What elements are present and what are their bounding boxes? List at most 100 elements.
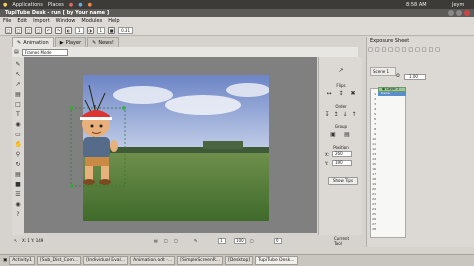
camera-icon[interactable]: ◉	[15, 201, 22, 208]
module-tabs: ✎ Animation ▶ Player ✎ News!	[12, 37, 119, 47]
help-icon[interactable]: ?	[15, 211, 22, 218]
row-numbers: 1 2 3 4 5 6 7 8 9 10 11 12 13 14 15 16 1…	[372, 92, 376, 231]
node-icon[interactable]: ↗	[15, 81, 22, 88]
menu-window[interactable]: Window	[56, 18, 76, 24]
task-tupitube[interactable]: TupiTube Desk...	[255, 256, 298, 265]
text-icon[interactable]: T	[15, 111, 22, 118]
eraser-icon[interactable]: ▭	[15, 131, 22, 138]
menu-bar: File Edit Import Window Modules Help	[0, 17, 474, 25]
frame-cell-selected[interactable]: frame	[378, 92, 406, 96]
position-label: Position	[333, 145, 349, 150]
position-x-label: X:	[325, 152, 330, 157]
flips-label: Flips	[336, 83, 346, 88]
zoom-spinbox[interactable]: 100	[234, 237, 246, 244]
opacity-icon[interactable]: ■	[108, 26, 116, 34]
ungroup-icon[interactable]: ▤	[343, 131, 351, 139]
rotation-spinbox[interactable]: 0	[274, 237, 282, 244]
scene-tab[interactable]: Scene 1	[370, 67, 396, 76]
maximize-button[interactable]	[456, 10, 462, 16]
select-tool-icon: ↗	[338, 67, 344, 74]
flip-vertical-icon[interactable]: ↕	[337, 90, 345, 98]
launcher-icon[interactable]: ●	[69, 2, 73, 8]
speed-field[interactable]: 1.00	[404, 74, 426, 80]
launcher-icon[interactable]: ●	[88, 2, 92, 8]
tab-player[interactable]: ▶ Player	[54, 37, 87, 47]
order-label: Order	[335, 104, 347, 109]
bring-front-icon[interactable]: ↥	[332, 111, 340, 119]
mode-bar: ▤ Frames Mode	[12, 47, 358, 57]
show-desktop-icon[interactable]: ▣	[3, 258, 7, 263]
undo-icon[interactable]: ↶	[45, 26, 52, 34]
move-down-icon[interactable]: ↓	[341, 111, 349, 119]
zoom-in-icon[interactable]: □	[174, 238, 178, 243]
window-titlebar[interactable]: TupiTube Desk - run [ by Your name ]	[0, 9, 474, 17]
export-icon[interactable]: □	[35, 26, 42, 34]
hand-icon[interactable]: ✋	[15, 141, 22, 148]
open-icon[interactable]: □	[15, 26, 22, 34]
user-menu[interactable]: Jeym	[452, 2, 464, 8]
exposure-sheet-title: Exposure Sheet	[370, 38, 410, 44]
clock[interactable]: 8:58 AM	[406, 2, 427, 8]
group-icon[interactable]: ▣	[329, 131, 337, 139]
next-onion-icon[interactable]: ◑	[86, 26, 94, 34]
task-simplescreenrecorder[interactable]: [SimpleScreenR...	[177, 256, 224, 265]
tween-icon[interactable]: ↻	[15, 161, 22, 168]
status-bar: ↖ X: 1 Y: 149 ▤ □ □ ✎ 1 100 ▢ 0 Current …	[12, 235, 358, 246]
position-x-field[interactable]: 260	[332, 151, 352, 157]
position-y-field[interactable]: 190	[332, 160, 352, 166]
tool-properties-panel: ↗ Flips ↔ ↕ ✖ Order ↧ ↥ ↓ ↑ Group ▣ ▤ Po…	[318, 57, 362, 235]
gnome-foot-icon[interactable]: ●	[3, 2, 7, 8]
frame-spinbox[interactable]: 1	[218, 237, 226, 244]
task-activity1[interactable]: Activity1	[9, 256, 35, 265]
zoom-out-icon[interactable]: □	[164, 238, 168, 243]
fit-icon[interactable]: ▢	[250, 238, 254, 243]
current-tool-label: Current Tool	[334, 235, 350, 246]
fill-icon[interactable]: ◉	[15, 121, 22, 128]
minimize-button[interactable]	[448, 10, 454, 16]
exposure-toolbar: □□□□□□□□□□□	[368, 47, 442, 53]
scene-icon[interactable]: ▤	[15, 171, 22, 178]
shape-icon[interactable]: □	[15, 101, 22, 108]
redo-icon[interactable]: ↷	[55, 26, 62, 34]
show-tips-button[interactable]: Show Tips	[328, 177, 358, 185]
taskbar: ▣ Activity1 [Sub_Dist_Com... [Individual…	[0, 254, 474, 266]
frames-mode-select[interactable]: Frames Mode	[21, 48, 68, 56]
launcher-icon[interactable]: ●	[78, 2, 82, 8]
task-animation-odt[interactable]: Animation.odt -...	[130, 256, 176, 265]
applications-menu[interactable]: Applications	[12, 2, 43, 8]
color-icon[interactable]: ■	[15, 181, 22, 188]
character-sprite[interactable]	[70, 104, 126, 188]
polyline-icon[interactable]: ▤	[15, 91, 22, 98]
flip-crossed-icon[interactable]: ✖	[349, 90, 357, 98]
menu-help[interactable]: Help	[108, 18, 119, 24]
places-menu[interactable]: Places	[48, 2, 64, 8]
task-desktop[interactable]: [Desktop]	[225, 256, 254, 265]
main-toolbar: □ □ □ □ ↶ ↷ ◐ 1 ◑ 1 ■ 0.31	[0, 25, 474, 36]
menu-edit[interactable]: Edit	[17, 18, 27, 24]
previous-frames-spinbox[interactable]: 1	[75, 26, 84, 34]
onion-skin-icon[interactable]: ◐	[65, 26, 72, 34]
task-sub-dist[interactable]: [Sub_Dist_Com...	[36, 256, 82, 265]
library-icon[interactable]: ☰	[15, 191, 22, 198]
menu-import[interactable]: Import	[33, 18, 50, 24]
menu-file[interactable]: File	[3, 18, 11, 24]
select-icon[interactable]: ↖	[15, 71, 22, 78]
flip-horizontal-icon[interactable]: ↔	[325, 90, 333, 98]
move-up-icon[interactable]: ↑	[350, 111, 358, 119]
cursor-icon: ↖	[14, 238, 18, 243]
send-back-icon[interactable]: ↧	[323, 111, 331, 119]
position-y-label: Y:	[325, 161, 329, 166]
zoom-icon[interactable]: ⚲	[15, 151, 22, 158]
opacity-spinbox[interactable]: 0.31	[118, 26, 133, 34]
menu-modules[interactable]: Modules	[81, 18, 102, 24]
tab-animation[interactable]: ✎ Animation	[12, 37, 54, 47]
brush-icon[interactable]: ✎	[194, 238, 197, 243]
frame-icon: ▤	[154, 238, 158, 243]
save-icon[interactable]: □	[25, 26, 32, 34]
pencil-icon[interactable]: ✎	[15, 61, 22, 68]
task-individual-eval[interactable]: [Individual Eval...	[83, 256, 129, 265]
close-button[interactable]	[464, 10, 470, 16]
new-icon[interactable]: □	[5, 26, 12, 34]
tab-news[interactable]: ✎ News!	[87, 37, 119, 47]
next-frames-spinbox[interactable]: 1	[96, 26, 106, 34]
